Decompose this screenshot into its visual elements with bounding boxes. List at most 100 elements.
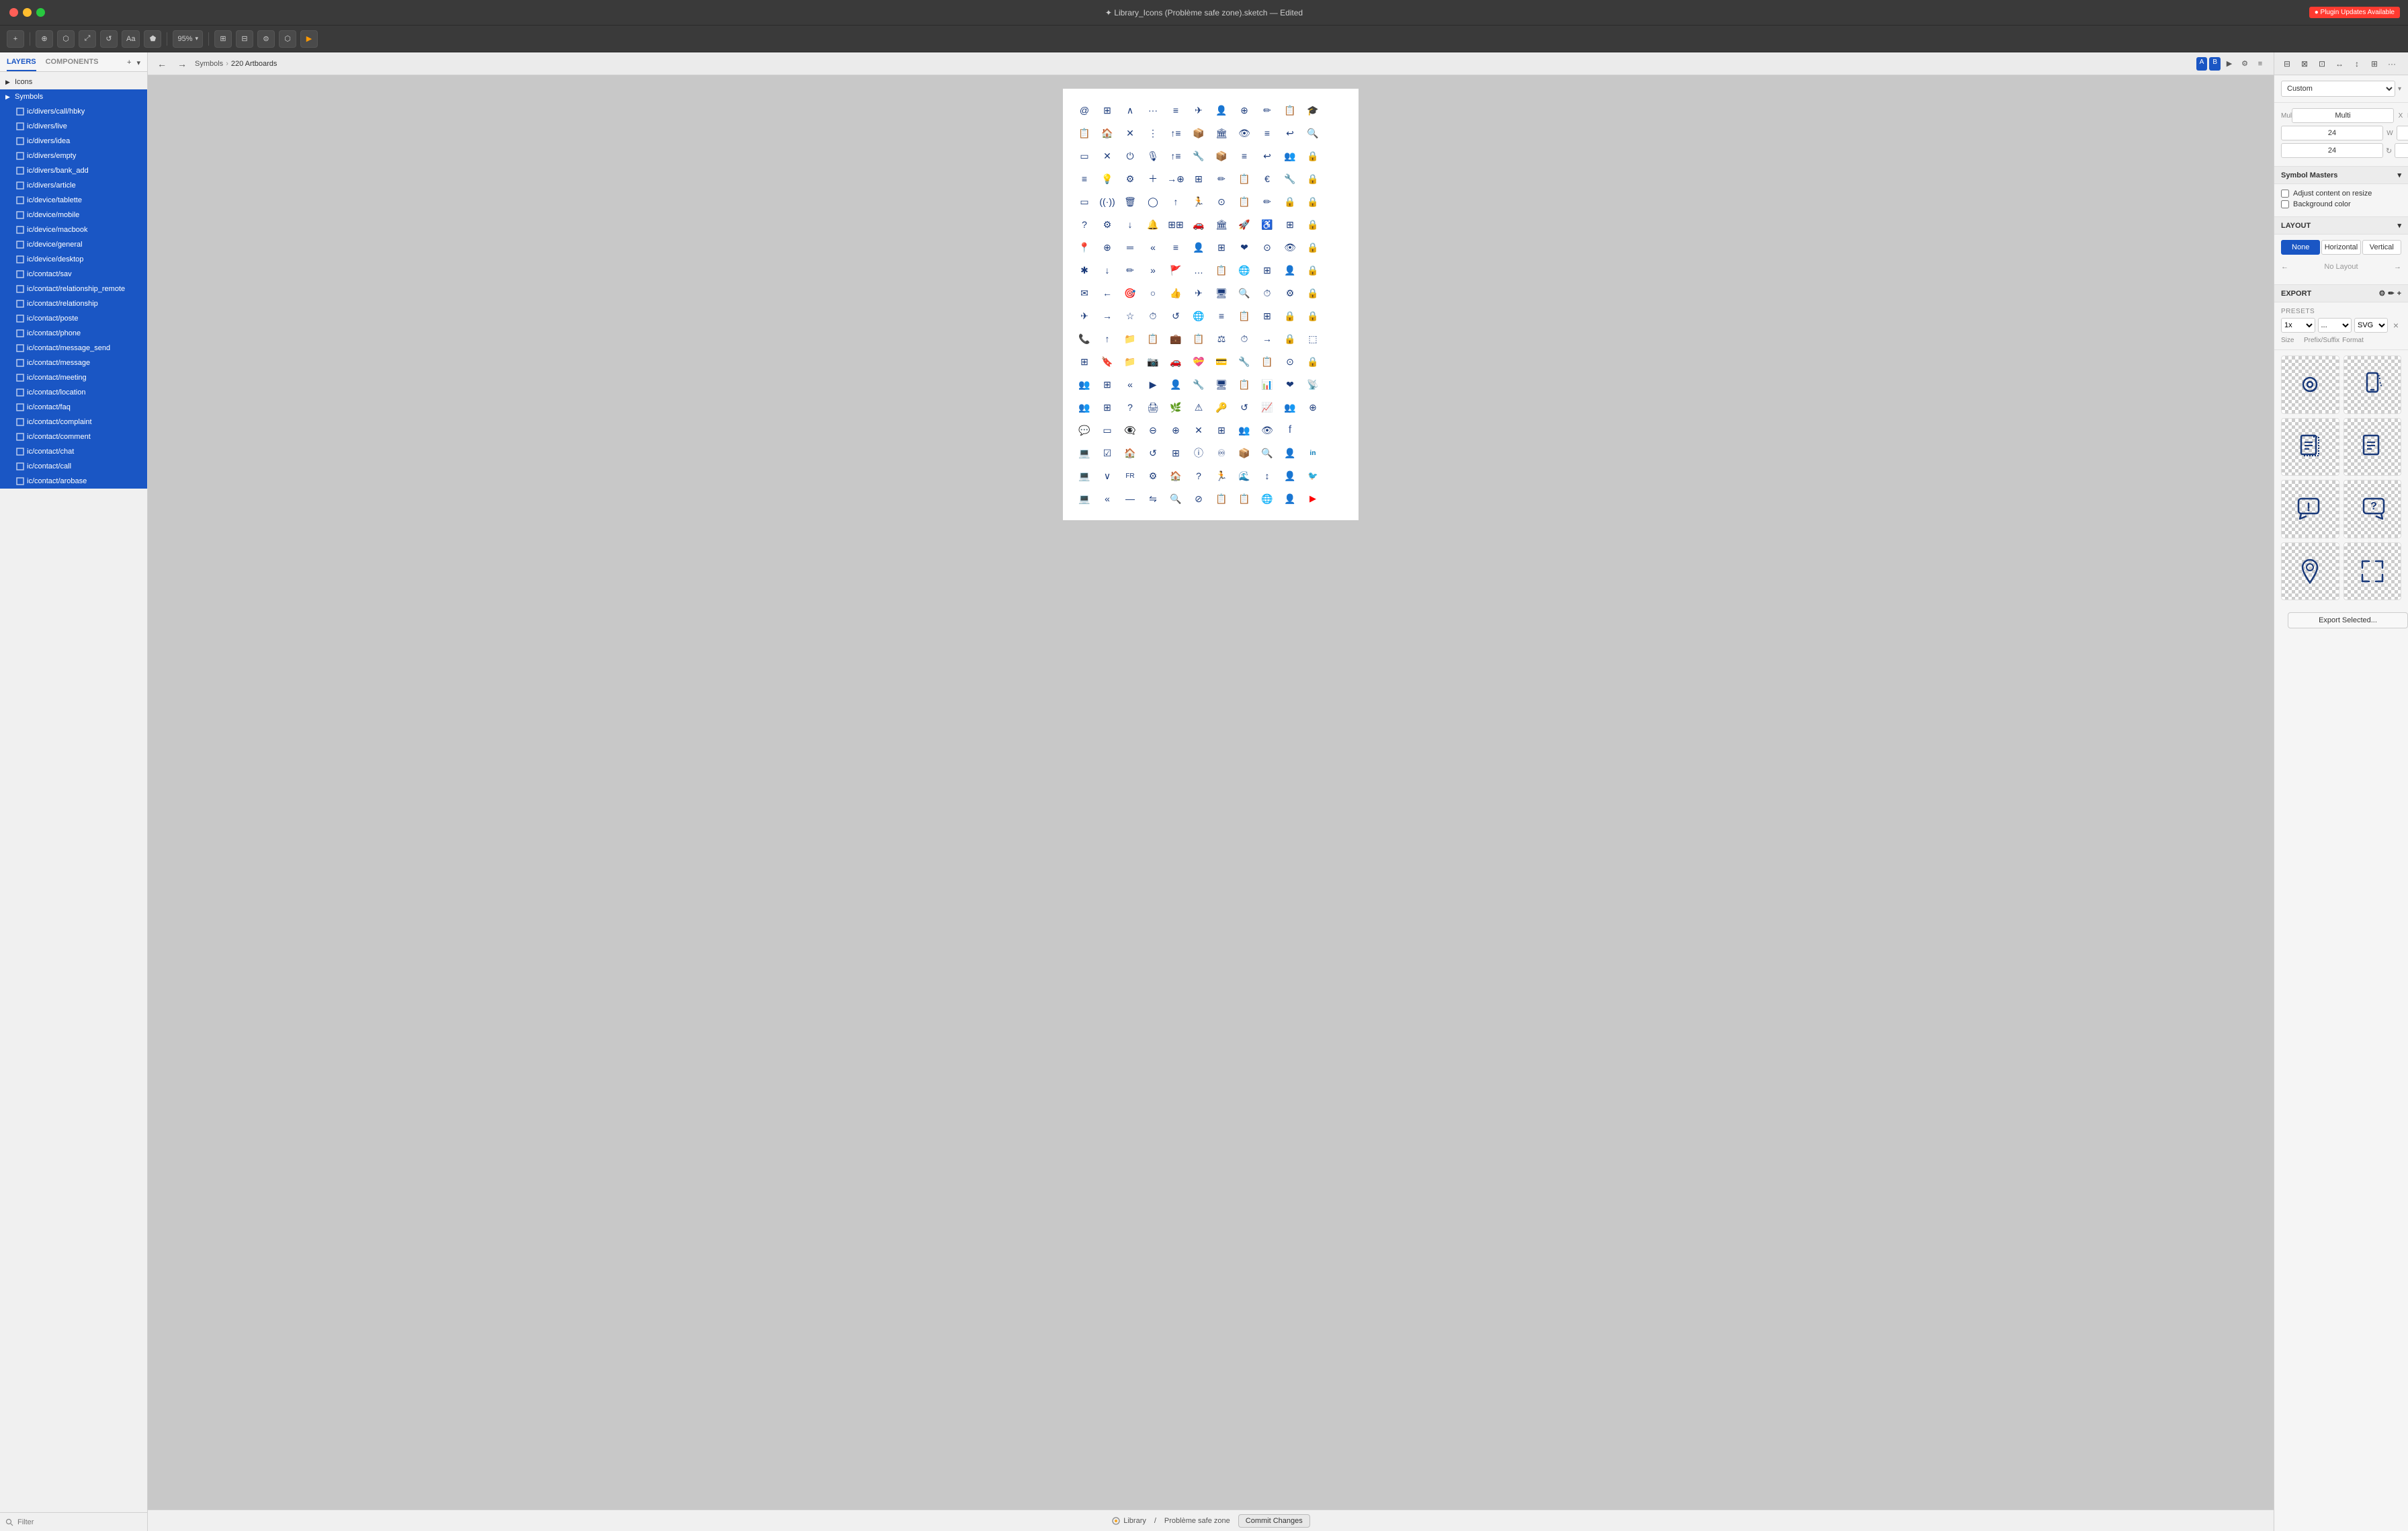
icon-cell[interactable]: 🔒 (1302, 351, 1324, 372)
layer-item[interactable]: ic/device/macbook (0, 222, 147, 237)
icon-cell[interactable]: 📁 (1119, 328, 1141, 349)
layer-item[interactable]: ic/device/general (0, 237, 147, 252)
icon-cell[interactable]: 🏛 (1211, 214, 1232, 235)
icon-cell[interactable]: ≡ (1165, 237, 1187, 258)
breadcrumb-symbols[interactable]: Symbols (195, 60, 223, 68)
icon-cell[interactable]: 🖥 (1211, 374, 1232, 395)
distribute-h-btn[interactable]: ↔ (2332, 56, 2347, 71)
icon-cell[interactable]: ? (1119, 397, 1141, 418)
icon-cell[interactable]: 🏃 (1211, 465, 1232, 487)
icon-cell[interactable]: →⊕ (1165, 168, 1187, 190)
icon-cell[interactable]: 🖨 (1142, 397, 1164, 418)
icon-cell[interactable]: ▶ (1142, 374, 1164, 395)
icon-cell[interactable]: 🔒 (1279, 328, 1301, 349)
icon-cell[interactable]: 🔒 (1302, 237, 1324, 258)
icon-cell[interactable]: ❤ (1279, 374, 1301, 395)
icon-cell[interactable]: 👁 (1256, 419, 1278, 441)
layer-item[interactable]: ic/contact/message (0, 356, 147, 370)
icon-cell[interactable]: 👤 (1188, 237, 1209, 258)
icon-cell[interactable]: 🎯 (1119, 282, 1141, 304)
layout-header[interactable]: LAYOUT ▾ (2274, 217, 2408, 235)
icon-cell[interactable]: ⋮ (1142, 122, 1164, 144)
icon-cell[interactable]: 🏛 (1211, 122, 1232, 144)
icon-cell[interactable]: 📋 (1234, 168, 1255, 190)
layer-item[interactable]: ic/contact/call (0, 459, 147, 474)
icon-cell[interactable]: 🐦 (1302, 465, 1324, 487)
layer-item[interactable]: ic/contact/location (0, 385, 147, 400)
icon-cell[interactable]: 📷 (1142, 351, 1164, 372)
icon-cell[interactable]: 👥 (1074, 374, 1095, 395)
icon-cell[interactable]: ⓘ (1188, 442, 1209, 464)
icon-cell[interactable]: ⊞ (1256, 305, 1278, 327)
icon-cell[interactable]: 👥 (1074, 397, 1095, 418)
commit-changes-button[interactable]: Commit Changes (1238, 1514, 1310, 1528)
layer-item[interactable]: ic/contact/phone (0, 326, 147, 341)
grid-view-button[interactable]: ⊞ (214, 30, 232, 48)
export-prefix-select[interactable]: ... (2318, 318, 2352, 333)
zoom-control[interactable]: 95% ▾ (173, 30, 203, 48)
icon-cell[interactable]: ♿ (1256, 214, 1278, 235)
icon-cell[interactable]: 🏃 (1188, 191, 1209, 212)
icon-cell[interactable]: 📍 (1074, 237, 1095, 258)
align-button[interactable]: ⊟ (236, 30, 253, 48)
layer-item[interactable]: ic/contact/relationship_remote (0, 282, 147, 296)
icon-cell[interactable]: 📦 (1234, 442, 1255, 464)
icon-cell[interactable]: ⊞⊞ (1165, 214, 1187, 235)
move-button[interactable]: ⤢ (79, 30, 96, 48)
icon-cell[interactable]: 🎓 (1302, 99, 1324, 121)
icon-cell[interactable]: 💻 (1074, 465, 1095, 487)
icon-cell[interactable]: ⏻ (1119, 145, 1141, 167)
icon-cell[interactable]: — (1119, 488, 1141, 509)
export-remove-btn[interactable]: × (2391, 320, 2401, 331)
more-btn[interactable]: ··· (2384, 56, 2399, 71)
settings-btn[interactable]: ⚙ (2238, 57, 2251, 71)
background-color-checkbox[interactable] (2281, 200, 2289, 208)
icon-cell[interactable]: ✕ (1096, 145, 1118, 167)
icon-cell[interactable]: ··· (1142, 99, 1164, 121)
layer-item[interactable]: ic/device/mobile (0, 208, 147, 222)
icon-cell[interactable]: ∧ (1119, 99, 1141, 121)
icon-cell[interactable]: ⊞ (1211, 237, 1232, 258)
icon-cell[interactable]: 📞 (1074, 328, 1095, 349)
icon-cell[interactable]: 👥 (1279, 397, 1301, 418)
export-header[interactable]: EXPORT ⚙ ✏ + (2274, 285, 2408, 302)
inspector-badge-2[interactable]: B (2209, 57, 2221, 71)
icon-cell[interactable]: 👤 (1165, 374, 1187, 395)
icon-cell[interactable]: 🔒 (1279, 191, 1301, 212)
icon-cell[interactable]: 📋 (1234, 305, 1255, 327)
icon-cell[interactable]: ⚙ (1119, 168, 1141, 190)
export-add-icon[interactable]: + (2397, 290, 2401, 298)
icon-cell[interactable]: ↑ (1096, 328, 1118, 349)
icon-cell[interactable]: FR (1119, 465, 1141, 487)
layer-item[interactable]: ic/contact/relationship (0, 296, 147, 311)
icon-cell[interactable]: ▶ (1302, 488, 1324, 509)
x-input[interactable] (2292, 108, 2394, 123)
icon-cell[interactable]: 🔧 (1188, 145, 1209, 167)
inspector-type-select[interactable]: Custom (2281, 81, 2395, 97)
icon-cell[interactable]: ((·)) (1096, 191, 1118, 212)
icon-cell[interactable]: 📋 (1142, 328, 1164, 349)
icon-cell[interactable]: ⊕ (1096, 237, 1118, 258)
align-center-btn[interactable]: ⊠ (2297, 56, 2312, 71)
icon-cell[interactable]: 💝 (1188, 351, 1209, 372)
icon-cell[interactable]: ❤ (1234, 237, 1255, 258)
layers-button[interactable]: ⊕ (36, 30, 53, 48)
icon-cell[interactable]: 🔖 (1096, 351, 1118, 372)
adjust-content-checkbox[interactable] (2281, 190, 2289, 198)
icon-cell[interactable]: 🌐 (1256, 488, 1278, 509)
icon-cell[interactable]: 📋 (1234, 191, 1255, 212)
layer-item[interactable]: ic/divers/live (0, 119, 147, 134)
icon-cell[interactable]: ✈ (1074, 305, 1095, 327)
icon-cell[interactable]: ⏱ (1142, 305, 1164, 327)
icon-cell[interactable]: 👁 (1279, 237, 1301, 258)
icon-cell[interactable]: 🔧 (1188, 374, 1209, 395)
icon-cell[interactable]: 📁 (1119, 351, 1141, 372)
icon-cell[interactable]: 🏠 (1165, 465, 1187, 487)
icon-cell[interactable]: 📦 (1211, 145, 1232, 167)
icon-cell[interactable]: 🔧 (1234, 351, 1255, 372)
export-size-select[interactable]: 1x 2x 3x (2281, 318, 2315, 333)
add-button[interactable]: + (7, 30, 24, 48)
icon-cell[interactable]: ⊙ (1256, 237, 1278, 258)
icon-cell[interactable]: 💡 (1096, 168, 1118, 190)
icon-cell[interactable]: 🔍 (1302, 122, 1324, 144)
